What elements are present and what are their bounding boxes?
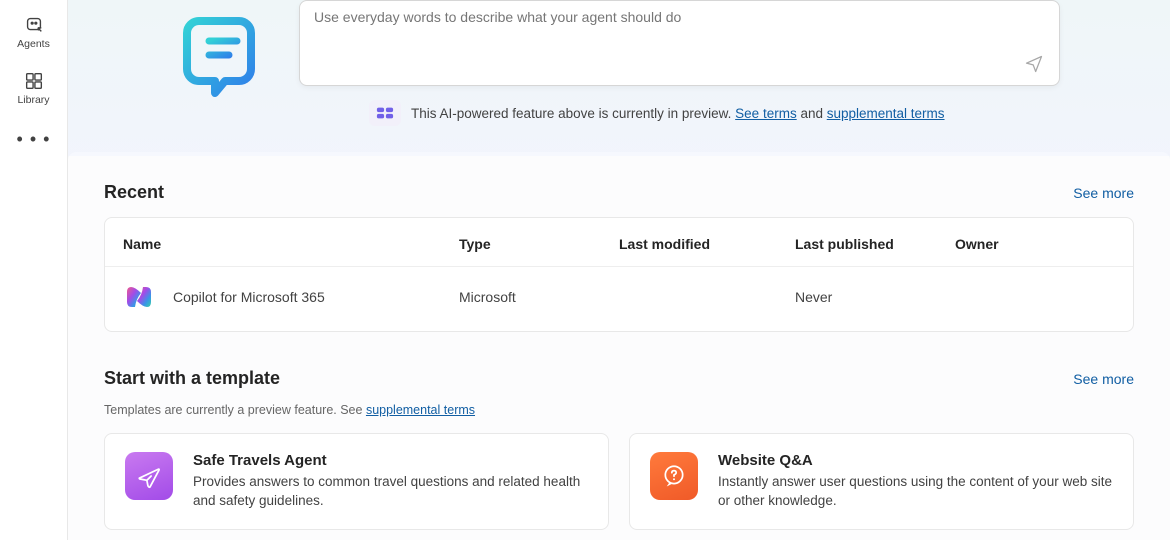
nav-more-icon[interactable]: • • • xyxy=(17,130,51,148)
template-card-website-qa[interactable]: Website Q&A Instantly answer user questi… xyxy=(629,433,1134,530)
row-name: Copilot for Microsoft 365 xyxy=(173,289,325,305)
templates-subtitle-prefix: Templates are currently a preview featur… xyxy=(104,403,366,417)
col-head-last-published: Last published xyxy=(795,236,955,252)
templates-section: Start with a template See more Templates… xyxy=(104,368,1134,530)
preview-badge-icon xyxy=(369,100,401,126)
template-desc: Instantly answer user questions using th… xyxy=(718,473,1113,511)
nav-item-library[interactable]: Library xyxy=(4,60,64,116)
templates-subtitle-link[interactable]: supplemental terms xyxy=(366,403,475,417)
col-head-type: Type xyxy=(459,236,619,252)
template-card-safe-travels[interactable]: Safe Travels Agent Provides answers to c… xyxy=(104,433,609,530)
recent-table-header: Name Type Last modified Last published O… xyxy=(105,222,1133,267)
template-desc: Provides answers to common travel questi… xyxy=(193,473,588,511)
recent-header: Recent See more xyxy=(104,182,1134,203)
airplane-icon xyxy=(125,452,173,500)
preview-link-terms[interactable]: See terms xyxy=(735,106,797,121)
recent-title: Recent xyxy=(104,182,164,203)
copilot-studio-logo xyxy=(170,0,275,105)
more-icon: • • • xyxy=(17,129,51,149)
send-button[interactable] xyxy=(1023,53,1045,75)
template-title: Safe Travels Agent xyxy=(193,452,588,469)
prompt-input[interactable] xyxy=(314,9,1011,71)
preview-notice: This AI-powered feature above is current… xyxy=(369,100,1060,126)
preview-text-prefix: This AI-powered feature above is current… xyxy=(411,106,735,121)
chat-qa-icon xyxy=(650,452,698,500)
content-area: Recent See more Name Type Last modified … xyxy=(68,152,1170,540)
recent-table: Name Type Last modified Last published O… xyxy=(104,217,1134,332)
template-title: Website Q&A xyxy=(718,452,1113,469)
hero-section: This AI-powered feature above is current… xyxy=(68,0,1170,156)
templates-title: Start with a template xyxy=(104,368,280,389)
main-area: This AI-powered feature above is current… xyxy=(68,0,1170,540)
table-row[interactable]: Copilot for Microsoft 365 Microsoft Neve… xyxy=(105,267,1133,327)
recent-see-more[interactable]: See more xyxy=(1073,185,1134,201)
agents-icon xyxy=(23,14,45,36)
col-head-owner: Owner xyxy=(955,236,1115,252)
left-sidebar: Agents Library • • • xyxy=(0,0,68,540)
copilot-icon xyxy=(123,281,155,313)
row-type: Microsoft xyxy=(459,289,619,305)
nav-label-library: Library xyxy=(17,94,49,106)
preview-text-between: and xyxy=(797,106,827,121)
col-head-last-modified: Last modified xyxy=(619,236,795,252)
library-icon xyxy=(23,70,45,92)
prompt-box xyxy=(299,0,1060,86)
templates-see-more[interactable]: See more xyxy=(1073,371,1134,387)
preview-link-supplemental[interactable]: supplemental terms xyxy=(827,106,945,121)
nav-label-agents: Agents xyxy=(17,38,50,50)
row-last-published: Never xyxy=(795,289,955,305)
nav-item-agents[interactable]: Agents xyxy=(4,4,64,60)
col-head-name: Name xyxy=(123,236,459,252)
send-icon xyxy=(1024,54,1044,74)
